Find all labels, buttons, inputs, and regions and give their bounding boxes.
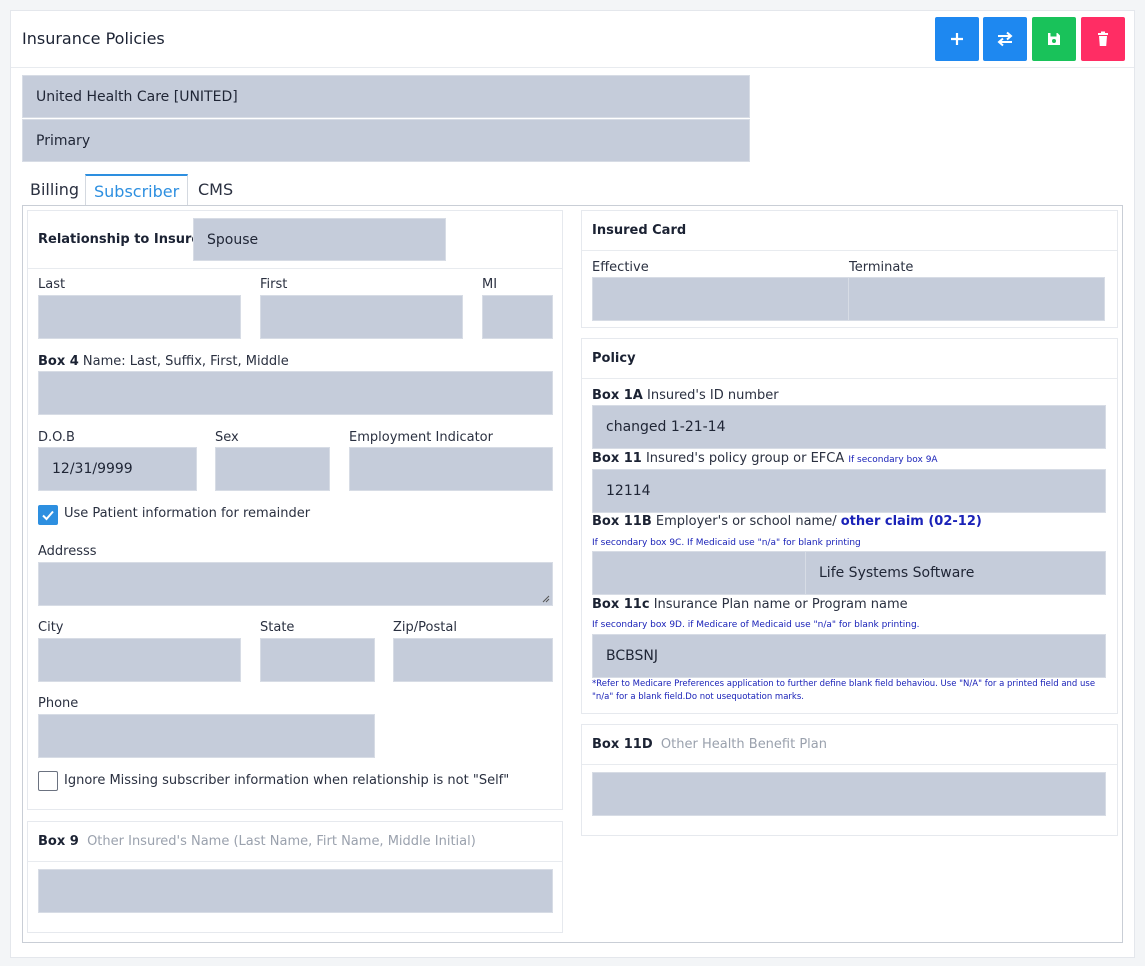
box11-text: Insured's policy group or EFCA — [641, 451, 849, 466]
swap-button[interactable] — [983, 17, 1027, 61]
box11b-note: If secondary box 9C. If Medicaid use "n/… — [592, 538, 861, 548]
box9-title: Box 9 Other Insured's Name (Last Name, F… — [38, 834, 476, 849]
employment-indicator-select[interactable] — [349, 447, 553, 491]
box4-name-input[interactable] — [38, 371, 553, 415]
box4-number: Box 4 — [38, 354, 79, 369]
phone-input[interactable] — [38, 714, 375, 758]
policy-section: Policy Box 1A Insured's ID number change… — [581, 338, 1118, 714]
employment-indicator-label: Employment Indicator — [349, 430, 493, 445]
swap-arrows-icon — [997, 31, 1013, 47]
tab-cms[interactable]: CMS — [190, 174, 241, 206]
first-name-input[interactable] — [260, 295, 463, 339]
sex-label: Sex — [215, 430, 239, 445]
middle-initial-input[interactable] — [482, 295, 553, 339]
box1a-text: Insured's ID number — [642, 388, 779, 403]
box11b-text: Employer's or school name/ — [651, 514, 841, 529]
plus-icon — [951, 33, 963, 45]
box9-name-input[interactable] — [38, 869, 553, 913]
employer-code-input[interactable] — [592, 551, 806, 595]
city-input[interactable] — [38, 638, 241, 682]
terminate-label: Terminate — [849, 260, 914, 275]
relationship-select[interactable]: Spouse — [193, 218, 446, 261]
box4-text: Name: Last, Suffix, First, Middle — [78, 354, 289, 369]
relationship-label: Relationship to Insured — [38, 232, 210, 247]
box11-number: Box 11 — [592, 451, 642, 466]
box1a-number: Box 1A — [592, 388, 643, 403]
other-health-plan-input[interactable] — [592, 772, 1106, 816]
insured-card-section: Insured Card Effective Terminate — [581, 210, 1118, 328]
box11b-label: Box 11B Employer's or school name/ other… — [592, 514, 982, 529]
policy-group-input[interactable]: 12114 — [592, 469, 1106, 513]
effective-label: Effective — [592, 260, 649, 275]
state-select[interactable] — [260, 638, 375, 682]
tab-billing[interactable]: Billing — [22, 174, 87, 206]
box11-label: Box 11 Insured's policy group or EFCA If… — [592, 451, 938, 466]
box1a-label: Box 1A Insured's ID number — [592, 388, 779, 403]
add-button[interactable] — [935, 17, 979, 61]
box11d-number: Box 11D — [592, 737, 653, 752]
insured-card-header: Insured Card — [582, 211, 1117, 251]
box11d-title: Box 11D Other Health Benefit Plan — [592, 737, 827, 752]
ignore-missing-label: Ignore Missing subscriber information wh… — [64, 773, 510, 788]
zip-label: Zip/Postal — [393, 620, 457, 635]
dob-input[interactable]: 12/31/9999 — [38, 447, 197, 491]
box11c-text: Insurance Plan name or Program name — [649, 597, 908, 612]
carrier-select[interactable]: United Health Care [UNITED] — [22, 75, 750, 118]
dob-label: D.O.B — [38, 430, 75, 445]
box9-number: Box 9 — [38, 834, 79, 849]
box11d-text: Other Health Benefit Plan — [660, 737, 827, 752]
box11d-card: Box 11D Other Health Benefit Plan — [581, 724, 1118, 836]
employer-name-input[interactable]: Life Systems Software — [805, 551, 1106, 595]
use-patient-info-checkbox[interactable] — [38, 505, 58, 525]
insured-card-title: Insured Card — [592, 223, 687, 238]
footnote-line-1: *Refer to Medicare Preferences applicati… — [592, 679, 1096, 689]
box11-note: If secondary box 9A — [848, 455, 938, 465]
box11c-number: Box 11c — [592, 597, 650, 612]
sex-select[interactable] — [215, 447, 330, 491]
middle-initial-label: MI — [482, 277, 498, 292]
use-patient-info-label: Use Patient information for remainder — [64, 506, 311, 521]
resize-handle-icon[interactable] — [542, 595, 550, 603]
box11c-label: Box 11c Insurance Plan name or Program n… — [592, 597, 908, 612]
zip-input[interactable] — [393, 638, 553, 682]
effective-date-input[interactable] — [592, 277, 849, 321]
panel-header: Insurance Policies — [11, 11, 1134, 68]
trash-icon — [1098, 31, 1108, 46]
page-title: Insurance Policies — [22, 29, 165, 48]
box9-card: Box 9 Other Insured's Name (Last Name, F… — [27, 821, 563, 933]
floppy-save-icon — [1048, 33, 1060, 45]
box11c-note: If secondary box 9D. if Medicare of Medi… — [592, 620, 920, 630]
delete-button[interactable] — [1081, 17, 1125, 61]
insurance-policies-panel: Insurance Policies United Health Care [U… — [10, 10, 1135, 958]
address-label: Addresss — [38, 544, 97, 559]
policy-header: Policy — [582, 339, 1117, 379]
city-label: City — [38, 620, 64, 635]
phone-label: Phone — [38, 696, 79, 711]
box11b-other-claim: other claim (02-12) — [840, 514, 982, 529]
box9-text: Other Insured's Name (Last Name, Firt Na… — [87, 834, 476, 849]
footnote-line-2: "n/a" for a blank field.Do not usequotat… — [592, 692, 804, 702]
ignore-missing-checkbox[interactable] — [38, 771, 58, 791]
subscriber-tab-panel: Relationship to Insured Spouse Last Firs… — [22, 205, 1123, 943]
relationship-row: Relationship to Insured Spouse — [28, 211, 562, 269]
address-textarea[interactable] — [38, 562, 553, 606]
last-name-label: Last — [38, 277, 66, 292]
save-button[interactable] — [1032, 17, 1076, 61]
subscriber-card: Relationship to Insured Spouse Last Firs… — [27, 210, 563, 810]
insured-id-input[interactable]: changed 1-21-14 — [592, 405, 1106, 449]
priority-select[interactable]: Primary — [22, 119, 750, 162]
state-label: State — [260, 620, 295, 635]
tab-subscriber[interactable]: Subscriber — [85, 174, 189, 206]
first-name-label: First — [260, 277, 288, 292]
box11d-header: Box 11D Other Health Benefit Plan — [582, 725, 1117, 765]
plan-name-input[interactable]: BCBSNJ — [592, 634, 1106, 678]
terminate-date-input[interactable] — [848, 277, 1105, 321]
box4-label: Box 4 Name: Last, Suffix, First, Middle — [38, 354, 289, 369]
box11b-number: Box 11B — [592, 514, 652, 529]
policy-title: Policy — [592, 351, 636, 366]
last-name-input[interactable] — [38, 295, 241, 339]
box9-header: Box 9 Other Insured's Name (Last Name, F… — [28, 822, 562, 862]
check-icon — [42, 510, 54, 521]
